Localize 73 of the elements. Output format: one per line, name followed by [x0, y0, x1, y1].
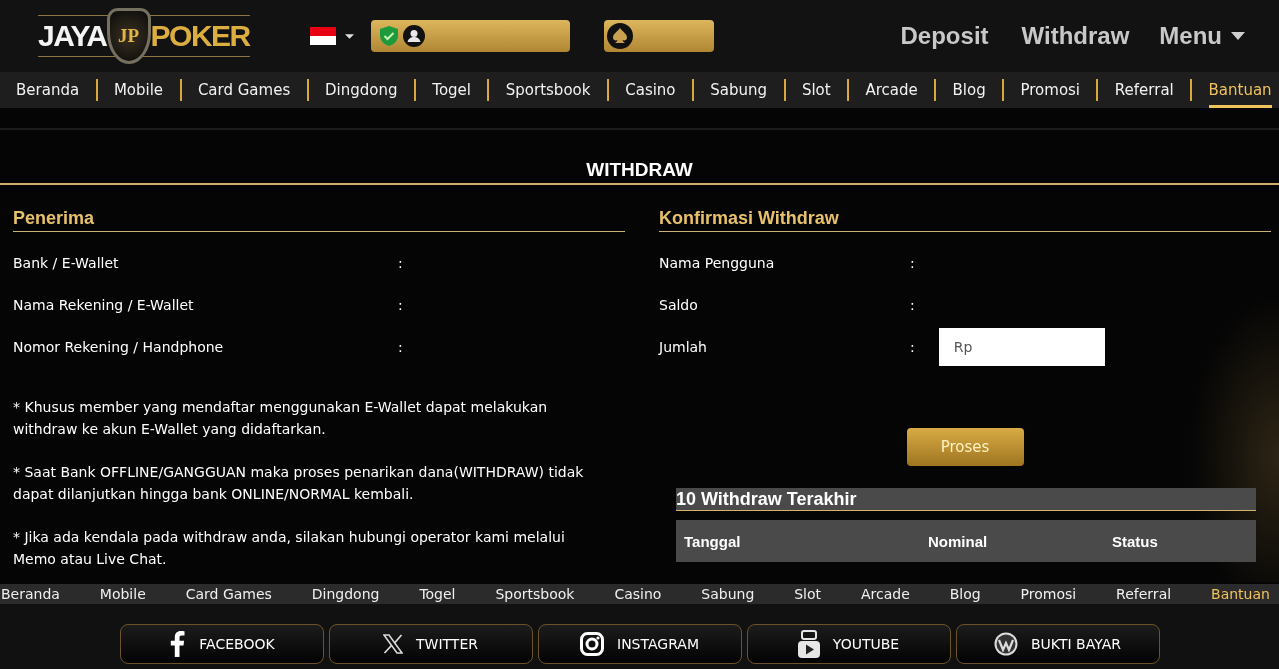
field-label: Bank / E-Wallet [13, 255, 119, 271]
social-button[interactable]: TWITTER [328, 624, 533, 664]
note-text: * Jika ada kendala pada withdraw anda, silakan hubungi operator kami melalui Memo atau Live Chat. [13, 528, 566, 569]
social-button[interactable]: YOUTUBE [746, 624, 951, 664]
menu-button[interactable]: Menu [1159, 22, 1245, 50]
column-header: Nominal [928, 532, 988, 550]
footer-nav-item[interactable]: Arcade [860, 586, 910, 602]
footer-nav-item[interactable]: Sportsbook [495, 586, 575, 602]
social-button[interactable]: BUKTI BAYAR [955, 624, 1160, 664]
nav-item[interactable]: Referral [1114, 72, 1174, 108]
logo-text: POKER [150, 18, 250, 54]
footer-nav-item[interactable]: Dingdong [311, 586, 380, 602]
footer-nav-item[interactable]: Slot [794, 586, 822, 602]
section-title: Penerima [13, 208, 95, 228]
column-header: Status [1112, 532, 1158, 550]
colon-text: : [398, 255, 403, 271]
caret-icon [1231, 32, 1245, 40]
header-link[interactable]: Withdraw [1021, 22, 1130, 50]
field-label: Jumlah [659, 339, 707, 355]
colon-text: : [398, 297, 403, 313]
footer-nav-item[interactable]: Sabung [701, 586, 755, 602]
x-logo-icon [383, 634, 403, 654]
nav-item[interactable]: Sportsbook [505, 72, 591, 108]
social-button[interactable]: FACEBOOK [119, 624, 324, 664]
nav-item[interactable]: Arcade [865, 72, 918, 108]
nav-item[interactable]: Dingdong [325, 72, 398, 108]
nav-item[interactable]: Beranda [16, 72, 80, 108]
shield-check-icon [379, 26, 398, 46]
footer-nav-item[interactable]: Promosi [1020, 586, 1077, 602]
footer-nav-item[interactable]: Bantuan [1211, 586, 1270, 602]
field-label: Nama Rekening / E-Wallet [13, 297, 194, 313]
note-text: * Khusus member yang mendaftar menggunakan E-Wallet dapat melakukan withdraw ke akun E-Wallet yang didaftarkan. [13, 398, 549, 439]
nav-item[interactable]: Bantuan [1208, 72, 1272, 108]
nav-item[interactable]: Casino [625, 72, 676, 108]
instagram-icon [580, 632, 604, 656]
nav-item[interactable]: Blog [952, 72, 986, 108]
field-label: Saldo [659, 297, 698, 313]
social-button[interactable]: INSTAGRAM [537, 624, 742, 664]
footer-nav-item[interactable]: Beranda [1, 586, 60, 602]
logo-text: JAYA [38, 18, 107, 54]
nav-item[interactable]: Mobile [113, 72, 164, 108]
nav-item[interactable]: Card Games [197, 72, 291, 108]
logo-emblem: JP [106, 8, 151, 64]
page-title: WITHDRAW [586, 159, 693, 180]
nav-item[interactable]: Sabung [710, 72, 768, 108]
column-header: Tanggal [684, 532, 741, 550]
user-icon [402, 25, 425, 47]
spade-icon [606, 23, 633, 49]
caret-icon[interactable] [344, 33, 354, 39]
colon-text: : [398, 339, 403, 355]
section-title: Konfirmasi Withdraw [659, 208, 839, 228]
history-title: 10 Withdraw Terakhir [676, 489, 857, 509]
footer-nav-item[interactable]: Referral [1116, 586, 1172, 602]
facebook-icon [168, 631, 187, 657]
footer-nav-item[interactable]: Blog [949, 586, 981, 602]
colon-text: : [910, 255, 915, 271]
youtube-icon [797, 630, 820, 658]
field-label: Nama Pengguna [659, 255, 775, 271]
flag-icon[interactable] [309, 27, 336, 45]
footer-nav-item[interactable]: Togel [419, 586, 456, 602]
footer-nav-item[interactable]: Casino [614, 586, 662, 602]
amount-field[interactable]: Rp [938, 328, 1105, 366]
nav-item[interactable]: Promosi [1020, 72, 1081, 108]
note-text: * Saat Bank OFFLINE/GANGGUAN maka proses penarikan dana(WITHDRAW) tidak dapat dilanjutkan hingga bank ONLINE/NORMAL kembali. [13, 463, 585, 504]
header-link[interactable]: Deposit [900, 22, 989, 50]
footer-nav-item[interactable]: Card Games [185, 586, 272, 602]
colon-text: : [910, 297, 915, 313]
circle-logo-icon [994, 632, 1018, 656]
colon-text: : [910, 339, 915, 355]
footer-nav-item[interactable]: Mobile [99, 586, 146, 602]
nav-item[interactable]: Togel [432, 72, 471, 108]
nav-item[interactable]: Slot [801, 72, 831, 108]
field-label: Nomor Rekening / Handphone [13, 339, 224, 355]
